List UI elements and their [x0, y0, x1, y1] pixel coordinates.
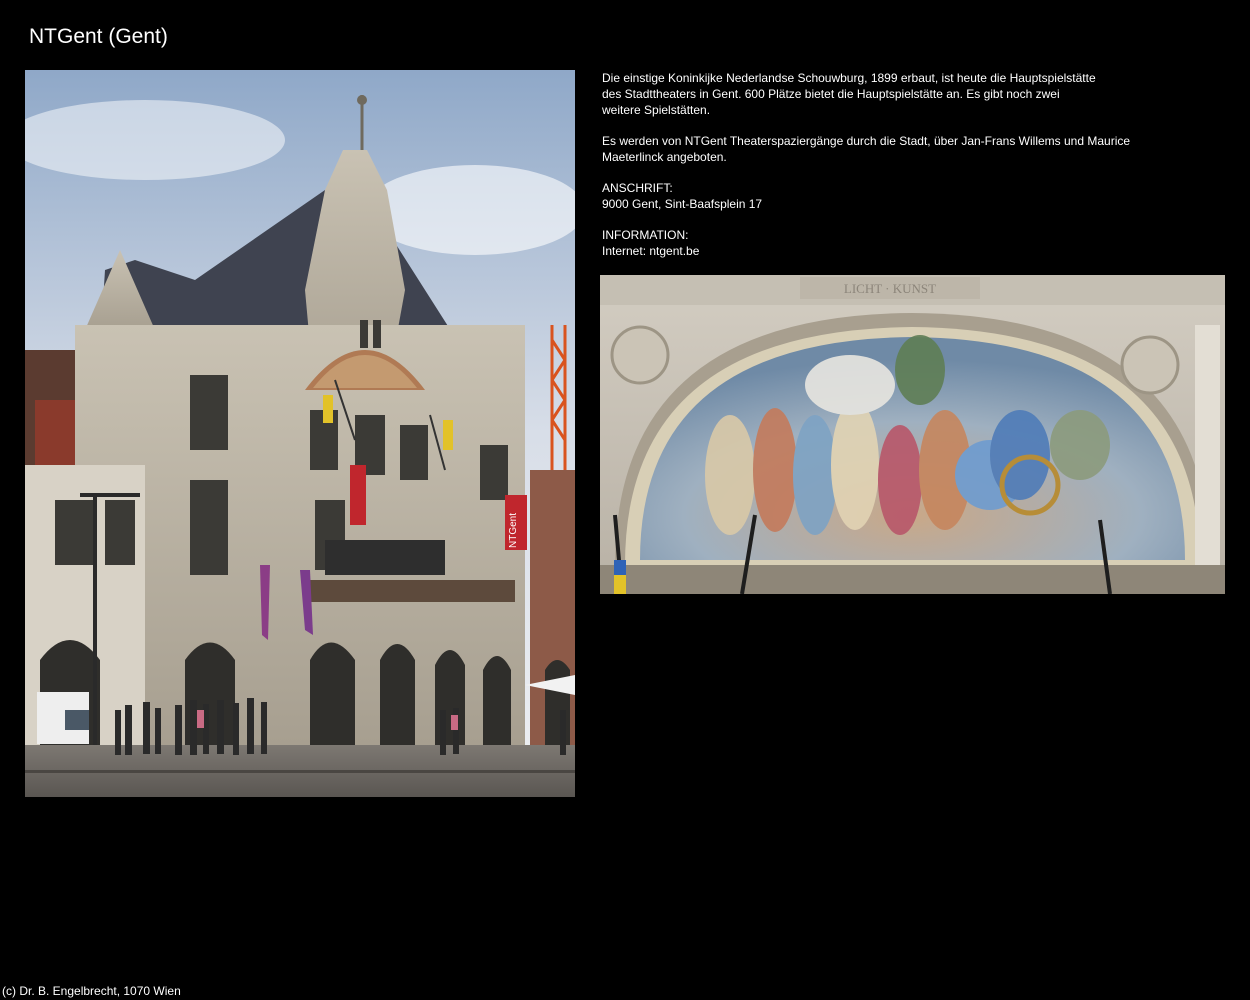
- banner-text: NTGent: [508, 513, 519, 548]
- text-line: Maeterlinck angeboten.: [602, 150, 727, 164]
- info-heading: INFORMATION:: [602, 228, 689, 242]
- mosaic-detail-photo[interactable]: LICHT · KUNST: [600, 275, 1225, 594]
- info-value: Internet: ntgent.be: [602, 244, 700, 258]
- text-line: weitere Spielstätten.: [602, 103, 711, 117]
- address-heading: ANSCHRIFT:: [602, 181, 673, 195]
- text-line: Die einstige Koninkijke Nederlandse Scho…: [602, 71, 1096, 85]
- info-section: INFORMATION: Internet: ntgent.be: [602, 227, 1202, 259]
- text-line: Es werden von NTGent Theaterspaziergänge…: [602, 134, 1131, 148]
- description: Die einstige Koninkijke Nederlandse Scho…: [602, 70, 1202, 274]
- copyright-footer: (c) Dr. B. Engelbrecht, 1070 Wien: [2, 984, 181, 998]
- paragraph-tours: Es werden von NTGent Theaterspaziergänge…: [602, 133, 1202, 165]
- address-section: ANSCHRIFT: 9000 Gent, Sint-Baafsplein 17: [602, 180, 1202, 212]
- address-value: 9000 Gent, Sint-Baafsplein 17: [602, 197, 763, 211]
- page-title: NTGent (Gent): [29, 25, 168, 48]
- text-line: des Stadttheaters in Gent. 600 Plätze bi…: [602, 87, 1060, 101]
- mosaic-inscription: LICHT · KUNST: [844, 281, 936, 296]
- theatre-facade-photo[interactable]: NTGent: [25, 70, 575, 797]
- paragraph-history: Die einstige Koninkijke Nederlandse Scho…: [602, 70, 1202, 118]
